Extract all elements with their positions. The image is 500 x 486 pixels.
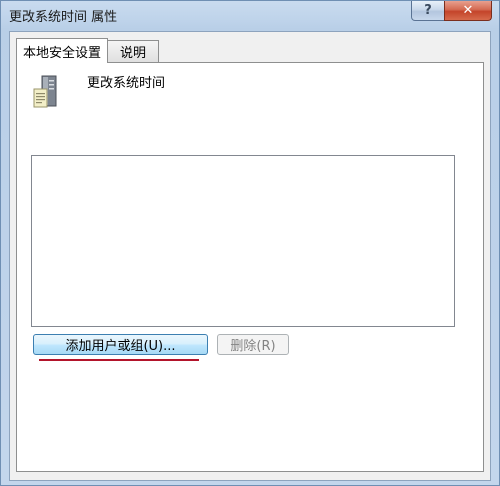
highlight-underline xyxy=(39,359,199,361)
add-user-or-group-button[interactable]: 添加用户或组(U)... xyxy=(33,334,208,355)
tab-local-security-setting[interactable]: 本地安全设置 xyxy=(16,38,108,63)
tab-explain[interactable]: 说明 xyxy=(107,40,159,62)
remove-button[interactable]: 删除(R) xyxy=(217,334,289,355)
properties-dialog: 更改系统时间 属性 ? ✕ 本地安全设置 说明 更改系统时间 添加用户或组(U)… xyxy=(0,0,500,486)
policy-name: 更改系统时间 xyxy=(87,76,166,91)
dialog-client-area: 本地安全设置 说明 更改系统时间 添加用户或组(U)... 删除(R) xyxy=(9,31,491,481)
title-bar[interactable]: 更改系统时间 属性 ? ✕ xyxy=(1,1,499,31)
server-policy-icon xyxy=(33,75,57,108)
close-button[interactable]: ✕ xyxy=(444,1,492,21)
users-groups-list[interactable] xyxy=(31,155,455,327)
help-button[interactable]: ? xyxy=(411,1,445,21)
tab-panel: 更改系统时间 添加用户或组(U)... 删除(R) xyxy=(16,62,484,472)
window-title: 更改系统时间 属性 xyxy=(9,10,118,25)
